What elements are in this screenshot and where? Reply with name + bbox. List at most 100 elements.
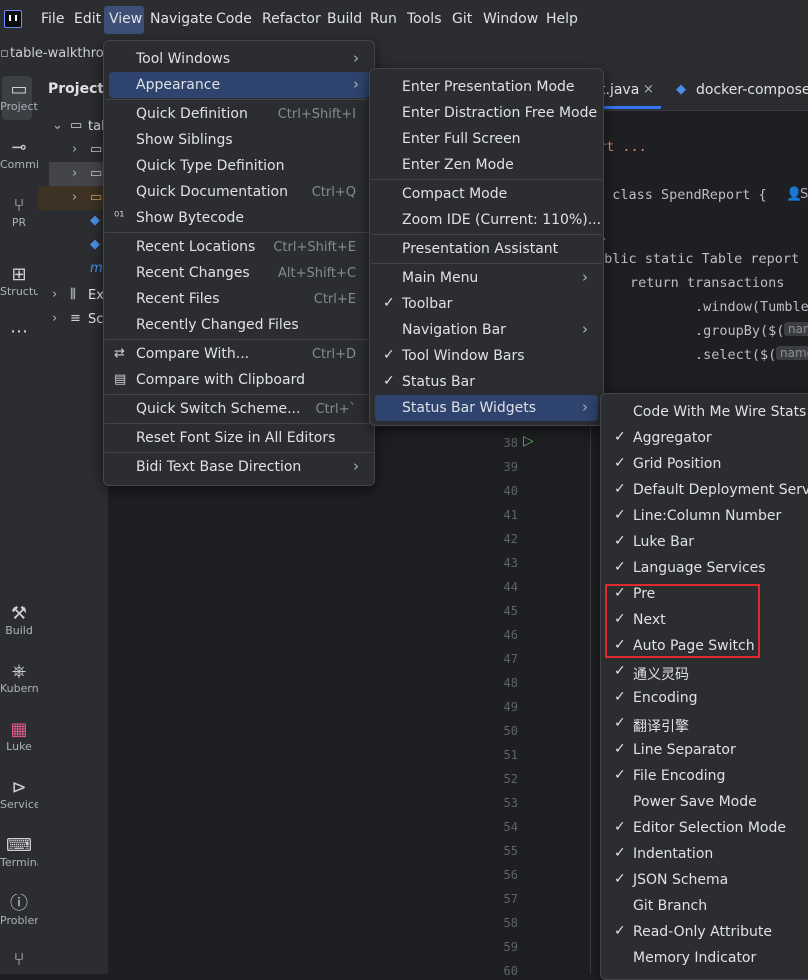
menu-item-zen-mode[interactable]: Enter Zen Mode <box>375 152 598 178</box>
tool-commit[interactable]: ⊸Commit <box>0 138 38 171</box>
tool-terminal[interactable]: ⌨Terminal <box>0 836 38 869</box>
menu-item-full-screen[interactable]: Enter Full Screen <box>375 126 598 152</box>
check-icon: ✓ <box>614 559 626 575</box>
tree-scratches[interactable]: Sc <box>88 312 103 327</box>
menu-item-recent-files[interactable]: Recent Files Ctrl+E <box>109 286 369 312</box>
widget-translation-engine[interactable]: ✓ 翻译引擎 <box>606 711 808 737</box>
tree-expand-icon[interactable]: ⌄ <box>52 118 63 133</box>
menu-item-compact-mode[interactable]: Compact Mode <box>375 181 598 207</box>
menu-build[interactable]: Build <box>327 11 362 27</box>
widget-tongyi-lingma[interactable]: ✓ 通义灵码 <box>606 659 808 685</box>
menu-item-toolbar[interactable]: ✓ Toolbar <box>375 291 598 317</box>
widget-code-with-me[interactable]: Code With Me Wire Stats <box>606 399 808 425</box>
line-number: 50 <box>503 724 518 738</box>
tree-collapse-icon[interactable]: › <box>72 190 77 205</box>
menu-item-quick-switch-scheme[interactable]: Quick Switch Scheme... Ctrl+` <box>109 396 369 422</box>
menu-separator <box>105 394 373 395</box>
menu-item-compare-with[interactable]: ⇄ Compare With... Ctrl+D <box>109 341 369 367</box>
menu-item-recently-changed-files[interactable]: Recently Changed Files <box>109 312 369 338</box>
menu-edit[interactable]: Edit <box>74 11 101 27</box>
menu-item-quick-definition[interactable]: Quick Definition Ctrl+Shift+I <box>109 101 369 127</box>
structure-icon: ⊞ <box>11 265 27 285</box>
menu-item-compare-clipboard[interactable]: ▤ Compare with Clipboard <box>109 367 369 393</box>
menu-item-tool-windows[interactable]: Tool Windows › <box>109 46 369 72</box>
widget-memory-indicator[interactable]: Memory Indicator <box>606 945 808 971</box>
tool-project[interactable]: ▭ Project <box>0 80 38 113</box>
widget-luke-bar[interactable]: ✓ Luke Bar <box>606 529 808 555</box>
tool-git[interactable]: ⑂ <box>0 950 38 970</box>
menu-item-tool-window-bars[interactable]: ✓ Tool Window Bars <box>375 343 598 369</box>
widget-git-branch[interactable]: Git Branch <box>606 893 808 919</box>
tool-luke[interactable]: ▦ Luke <box>0 720 38 753</box>
tool-structure[interactable]: ⊞Structure <box>0 265 38 298</box>
breadcrumb-project[interactable]: table-walkthrou <box>10 46 112 61</box>
menu-item-presentation-assistant[interactable]: Presentation Assistant <box>375 236 598 262</box>
menu-item-appearance[interactable]: Appearance › <box>109 72 369 98</box>
widget-default-deployment-server[interactable]: ✓ Default Deployment Server <box>606 477 808 503</box>
line-number: 43 <box>503 556 518 570</box>
widget-grid-position[interactable]: ✓ Grid Position <box>606 451 808 477</box>
tool-problems[interactable]: ⓘProblems <box>0 894 38 927</box>
menu-item-presentation-mode[interactable]: Enter Presentation Mode <box>375 74 598 100</box>
tool-services[interactable]: ⊳Services <box>0 778 38 811</box>
menu-item-distraction-free[interactable]: Enter Distraction Free Mode <box>375 100 598 126</box>
tool-pr[interactable]: ⑂ PR <box>0 196 38 229</box>
scratches-icon: ≡ <box>70 311 81 326</box>
menu-item-bidi-direction[interactable]: Bidi Text Base Direction › <box>109 454 369 480</box>
close-icon[interactable]: × <box>643 82 654 97</box>
check-icon: ✓ <box>614 533 626 549</box>
line-number: 54 <box>503 820 518 834</box>
chevron-right-icon: › <box>582 268 588 286</box>
line-number: 51 <box>503 748 518 762</box>
widget-encoding[interactable]: ✓ Encoding <box>606 685 808 711</box>
menu-window[interactable]: Window <box>483 11 538 27</box>
menu-item-quick-documentation[interactable]: Quick Documentation Ctrl+Q <box>109 179 369 205</box>
docker-icon: ◆ <box>90 213 100 228</box>
widget-line-separator[interactable]: ✓ Line Separator <box>606 737 808 763</box>
widget-language-services[interactable]: ✓ Language Services <box>606 555 808 581</box>
menu-git[interactable]: Git <box>452 11 472 27</box>
tree-external-libraries[interactable]: Ex <box>88 288 104 303</box>
menu-item-reset-font-size[interactable]: Reset Font Size in All Editors <box>109 425 369 451</box>
annotation-highlight-box <box>605 584 760 658</box>
widget-json-schema[interactable]: ✓ JSON Schema <box>606 867 808 893</box>
menu-view[interactable]: View <box>109 11 142 27</box>
menu-refactor[interactable]: Refactor <box>262 11 321 27</box>
run-gutter-icon[interactable]: ▷ <box>523 433 534 449</box>
menu-item-recent-locations[interactable]: Recent Locations Ctrl+Shift+E <box>109 234 369 260</box>
tree-collapse-icon[interactable]: › <box>72 166 77 181</box>
menu-code[interactable]: Code <box>216 11 252 27</box>
menu-navigate[interactable]: Navigate <box>150 11 213 27</box>
menu-tools[interactable]: Tools <box>407 11 442 27</box>
menu-item-show-bytecode[interactable]: ⁰¹ Show Bytecode <box>109 205 369 231</box>
more-tools-icon[interactable]: ⋯ <box>0 322 38 342</box>
widget-file-encoding[interactable]: ✓ File Encoding <box>606 763 808 789</box>
menu-run[interactable]: Run <box>370 11 397 27</box>
widget-read-only-attribute[interactable]: ✓ Read-Only Attribute <box>606 919 808 945</box>
tree-collapse-icon[interactable]: › <box>72 142 77 157</box>
tree-collapse-icon[interactable]: › <box>52 311 57 326</box>
menu-item-status-bar[interactable]: ✓ Status Bar <box>375 369 598 395</box>
check-icon: ✓ <box>614 429 626 445</box>
menu-help[interactable]: Help <box>546 11 578 27</box>
widget-indentation[interactable]: ✓ Indentation <box>606 841 808 867</box>
menu-file[interactable]: File <box>41 11 64 27</box>
menu-item-show-siblings[interactable]: Show Siblings <box>109 127 369 153</box>
app-logo-icon[interactable] <box>4 10 22 28</box>
widget-power-save-mode[interactable]: Power Save Mode <box>606 789 808 815</box>
menu-item-main-menu[interactable]: Main Menu › <box>375 265 598 291</box>
tool-build[interactable]: ⚒ Build <box>0 604 38 637</box>
tree-collapse-icon[interactable]: › <box>52 287 57 302</box>
widget-editor-selection-mode[interactable]: ✓ Editor Selection Mode <box>606 815 808 841</box>
menu-item-navigation-bar[interactable]: Navigation Bar › <box>375 317 598 343</box>
menu-item-status-bar-widgets[interactable]: Status Bar Widgets › <box>375 395 598 421</box>
tab-java[interactable]: t.java <box>600 82 639 98</box>
tab-docker-compose[interactable]: docker-compose.y <box>696 82 808 98</box>
menu-item-quick-type-definition[interactable]: Quick Type Definition <box>109 153 369 179</box>
menu-item-zoom-ide[interactable]: Zoom IDE (Current: 110%)... <box>375 207 601 233</box>
widget-line-column[interactable]: ✓ Line:Column Number <box>606 503 808 529</box>
widget-aggregator[interactable]: ✓ Aggregator <box>606 425 808 451</box>
tool-kubernetes[interactable]: ⎈Kubernetes <box>0 662 38 695</box>
menu-item-recent-changes[interactable]: Recent Changes Alt+Shift+C <box>109 260 369 286</box>
library-icon: ⫼ <box>70 287 76 302</box>
